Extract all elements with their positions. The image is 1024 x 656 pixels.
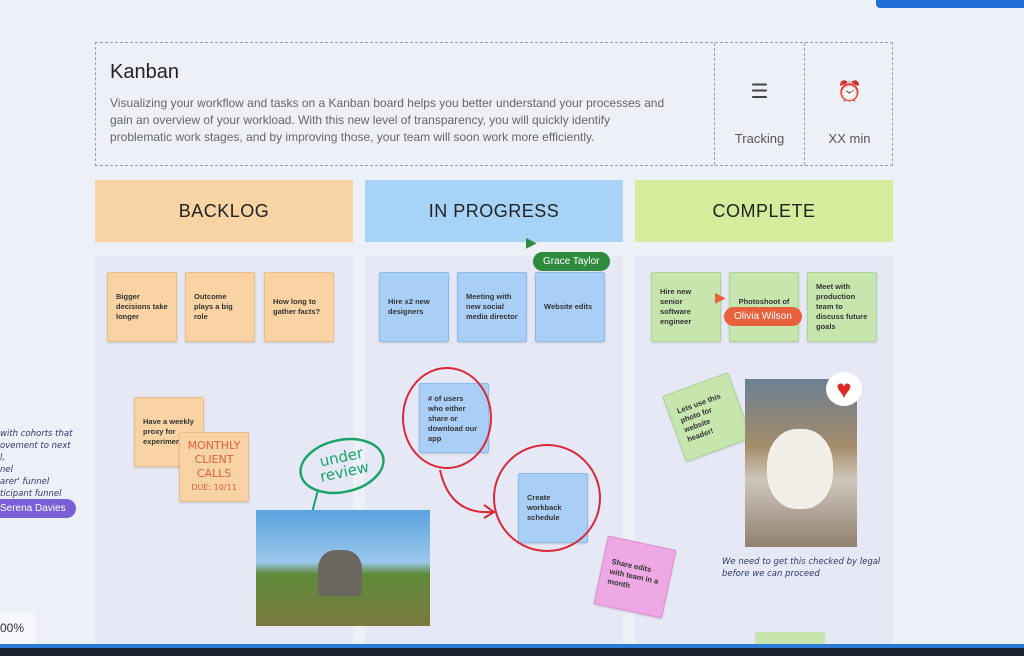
elephant-shape xyxy=(318,550,362,596)
ink-arrow xyxy=(439,469,496,519)
heart-reaction-icon[interactable]: ♥ xyxy=(826,372,862,406)
legal-note: We need to get this checked by legal bef… xyxy=(722,557,881,579)
zoom-level[interactable]: 00% xyxy=(0,612,36,644)
left-notes: with cohorts that ovement to next l, nel are… xyxy=(0,429,73,499)
ink-circle xyxy=(402,367,492,469)
dog-shape xyxy=(767,429,833,509)
cursor-label-olivia: Olivia Wilson xyxy=(724,307,802,326)
elephant-photo[interactable] xyxy=(256,510,430,626)
sticky-note[interactable]: Hire new senior software engineer xyxy=(651,272,721,342)
cursor-icon: ▶ xyxy=(526,234,537,250)
sticky-note[interactable]: Meet with production team to discuss fut… xyxy=(807,272,877,342)
cursor-label-serena: Serena Davies xyxy=(0,499,76,518)
taskbar xyxy=(0,644,1024,656)
cursor-label-grace: Grace Taylor xyxy=(533,252,610,271)
ink-circle xyxy=(493,444,601,552)
cursor-icon: ▶ xyxy=(715,289,726,305)
